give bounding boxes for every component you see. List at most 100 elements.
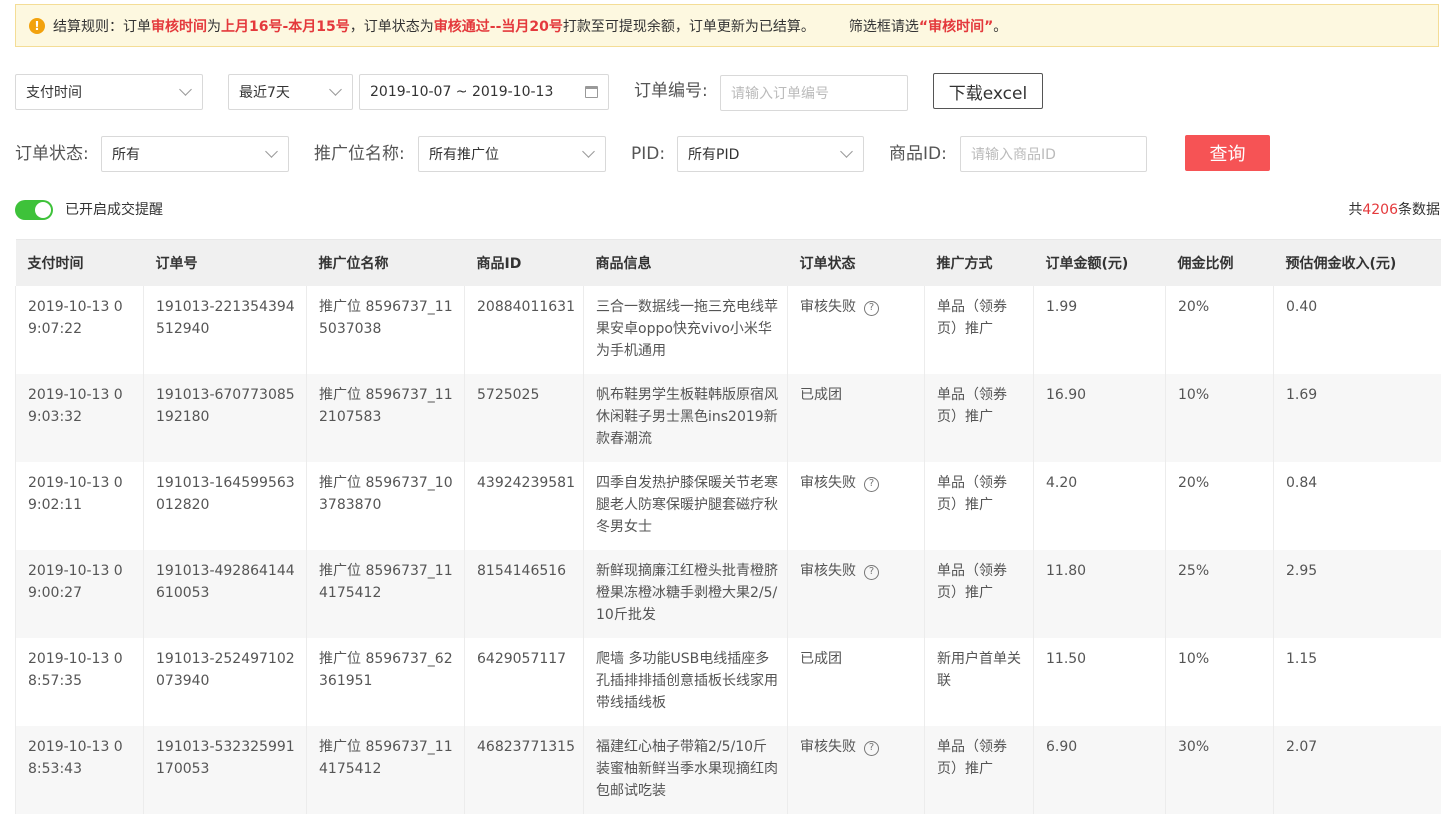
settlement-notice: ! 结算规则：订单审核时间为上月16号-本月15号，订单状态为审核通过--当月2…: [15, 4, 1439, 47]
download-excel-button[interactable]: 下载excel: [933, 73, 1043, 109]
cell-method: 单品（领券页）推广: [924, 726, 1034, 814]
notice-part: 上月16号-本月15号: [221, 18, 350, 35]
notice-part: 为: [207, 18, 221, 35]
position-label: 推广位名称:: [314, 144, 405, 164]
cell-amount: 1.99: [1033, 286, 1166, 374]
toggle-knob: [35, 202, 51, 218]
pid-value: 所有PID: [688, 147, 740, 163]
chevron-down-icon: [582, 145, 595, 158]
position-value: 所有推广位: [429, 147, 499, 163]
cell-info: 四季自发热护膝保暖关节老寒腿老人防寒保暖护腿套磁疗秋冬男女士: [583, 462, 788, 550]
notice-part: 审核通过--当月20号: [433, 18, 563, 35]
notice-part: 打款至可提现余额，订单更新为已结算。: [562, 18, 815, 35]
table-row: 2019-10-13 09:00:27 191013-49286414461005…: [15, 550, 1441, 638]
table-body: 2019-10-13 09:07:22 191013-22135439451294…: [15, 286, 1441, 814]
column-header: 佣金比例: [1165, 239, 1274, 286]
question-circle-icon[interactable]: ?: [864, 476, 879, 492]
goods-id-placeholder: 请输入商品ID: [971, 147, 1056, 163]
orders-table: 支付时间 订单号 推广位名称 商品ID 商品信息 订单状态 推广方式 订单金额(元) 佣金比例预…: [15, 239, 1441, 814]
chevron-down-icon: [179, 83, 192, 96]
cell-info: 福建红心柚子带箱2/5/10斤装蜜柚新鲜当季水果现摘红肉包邮试吃装: [583, 726, 788, 814]
cell-order: 191013-252497102073940: [143, 638, 307, 726]
cell-order: 191013-532325991170053: [143, 726, 307, 814]
status-select[interactable]: 所有: [101, 136, 289, 172]
column-header: 推广位名称: [306, 239, 465, 286]
cell-status: 已成团: [787, 638, 925, 726]
cell-amount: 16.90: [1033, 374, 1166, 462]
cell-method: 单品（领券页）推广: [924, 286, 1034, 374]
cell-income: 1.15: [1273, 638, 1441, 726]
warning-icon: !: [29, 17, 45, 34]
cell-status: 审核失败?: [787, 726, 925, 814]
cell-method: 新用户首单关联: [924, 638, 1034, 726]
time-type-value: 支付时间: [26, 85, 82, 101]
column-header: 推广方式: [924, 239, 1034, 286]
cell-rate: 20%: [1165, 286, 1274, 374]
reminder-label: 已开启成交提醒: [65, 202, 163, 218]
column-header: 订单状态: [787, 239, 925, 286]
cell-info: 新鲜现摘廉江红橙头批青橙脐橙果冻橙冰糖手剥橙大果2/5/10斤批发: [583, 550, 788, 638]
cell-position: 推广位 8596737_103783870: [306, 462, 465, 550]
cell-status: 审核失败?: [787, 286, 925, 374]
cell-goods-id: 43924239581: [464, 462, 584, 550]
date-range-value: 2019-10-07 ~ 2019-10-13: [370, 84, 554, 100]
query-button[interactable]: 查询: [1185, 135, 1270, 171]
cell-amount: 4.20: [1033, 462, 1166, 550]
column-header: 订单金额(元): [1033, 239, 1166, 286]
pid-label: PID:: [631, 144, 666, 164]
reminder-toggle[interactable]: [15, 200, 53, 220]
cell-rate: 10%: [1165, 638, 1274, 726]
cell-info: 爬墙 多功能USB电线插座多孔插排排插创意插板长线家用带线插线板: [583, 638, 788, 726]
date-range-picker[interactable]: 2019-10-07 ~ 2019-10-13: [359, 74, 609, 110]
cell-goods-id: 5725025: [464, 374, 584, 462]
table-row: 2019-10-13 09:07:22 191013-22135439451294…: [15, 286, 1441, 374]
cell-amount: 11.50: [1033, 638, 1166, 726]
cell-status: 已成团: [787, 374, 925, 462]
notice-hint-highlight: “审核时间”: [918, 18, 994, 35]
question-circle-icon[interactable]: ?: [864, 740, 879, 756]
question-circle-icon[interactable]: ?: [864, 564, 879, 580]
cell-amount: 11.80: [1033, 550, 1166, 638]
chevron-down-icon: [840, 145, 853, 158]
column-header: 商品信息: [583, 239, 788, 286]
goods-id-label: 商品ID:: [889, 144, 947, 164]
cell-method: 单品（领券页）推广: [924, 550, 1034, 638]
cell-info: 三合一数据线一拖三充电线苹果安卓oppo快充vivo小米华为手机通用: [583, 286, 788, 374]
cell-position: 推广位 8596737_114175412: [306, 550, 465, 638]
order-no-input[interactable]: 请输入订单编号: [720, 75, 908, 111]
goods-id-input[interactable]: 请输入商品ID: [960, 136, 1147, 172]
column-header: 支付时间: [15, 239, 144, 286]
chevron-down-icon: [265, 145, 278, 158]
notice-part: 审核时间: [151, 18, 207, 35]
total-count: 共4206条数据: [1348, 202, 1440, 218]
notice-part: ，订单状态为: [349, 18, 434, 35]
cell-income: 2.95: [1273, 550, 1441, 638]
cell-goods-id: 20884011631: [464, 286, 584, 374]
position-select[interactable]: 所有推广位: [418, 136, 606, 172]
notice-text: 结算规则：订单审核时间为上月16号-本月15号，订单状态为审核通过--当月20号…: [53, 16, 815, 36]
cell-position: 推广位 8596737_115037038: [306, 286, 465, 374]
cell-method: 单品（领券页）推广: [924, 374, 1034, 462]
time-type-select[interactable]: 支付时间: [15, 74, 203, 110]
cell-order: 191013-670773085192180: [143, 374, 307, 462]
chevron-down-icon: [329, 83, 342, 96]
cell-rate: 20%: [1165, 462, 1274, 550]
cell-status: 审核失败?: [787, 550, 925, 638]
column-header: 预估佣金收入(元): [1273, 239, 1441, 286]
question-circle-icon[interactable]: ?: [864, 300, 879, 316]
range-preset-value: 最近7天: [239, 85, 290, 101]
cell-time: 2019-10-13 09:02:11: [15, 462, 144, 550]
cell-amount: 6.90: [1033, 726, 1166, 814]
column-header: 商品ID: [464, 239, 584, 286]
range-preset-select[interactable]: 最近7天: [228, 74, 353, 110]
cell-goods-id: 8154146516: [464, 550, 584, 638]
notice-hint-prefix: 筛选框请选: [848, 18, 919, 35]
order-no-placeholder: 请输入订单编号: [731, 86, 829, 102]
cell-time: 2019-10-13 09:03:32: [15, 374, 144, 462]
table-header: 支付时间 订单号 推广位名称 商品ID 商品信息 订单状态 推广方式 订单金额(元) 佣金比例预…: [15, 239, 1441, 286]
cell-order: 191013-221354394512940: [143, 286, 307, 374]
cell-position: 推广位 8596737_62361951: [306, 638, 465, 726]
cell-time: 2019-10-13 09:00:27: [15, 550, 144, 638]
cell-position: 推广位 8596737_114175412: [306, 726, 465, 814]
pid-select[interactable]: 所有PID: [677, 136, 864, 172]
